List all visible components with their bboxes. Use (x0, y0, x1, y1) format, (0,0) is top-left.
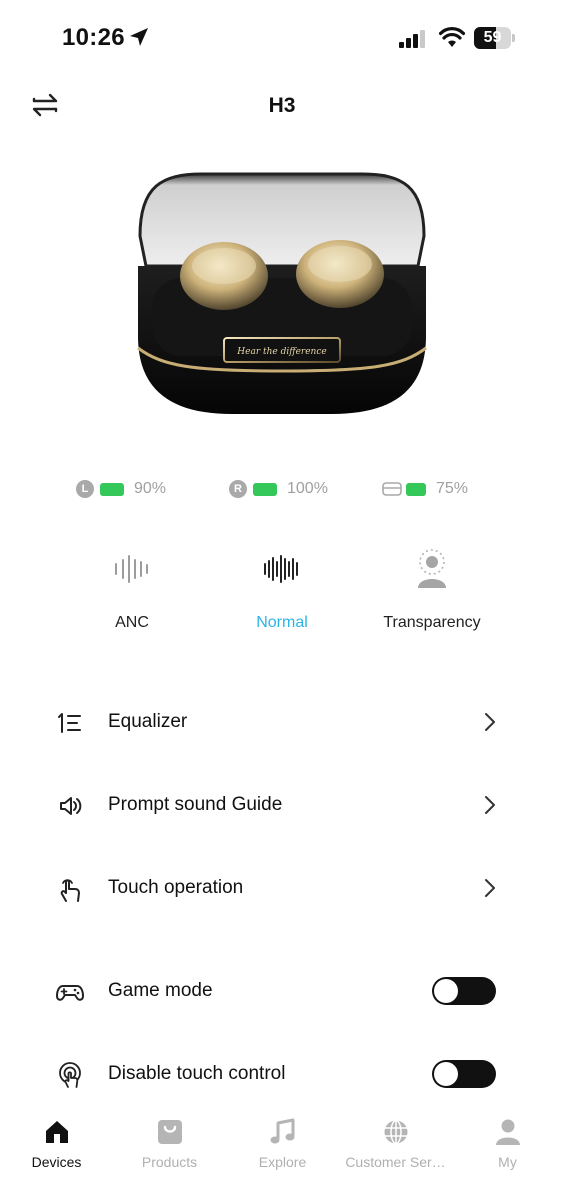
mode-transparency[interactable]: Transparency (357, 546, 507, 634)
battery-indicator (253, 482, 277, 496)
location-arrow-icon (130, 28, 148, 46)
case-engraving-text: Hear the difference (236, 347, 326, 357)
globe-icon (384, 1119, 407, 1145)
game-mode-toggle[interactable] (432, 977, 496, 1005)
transparency-person-icon (418, 549, 446, 588)
battery-level-text: 59 (483, 29, 502, 46)
prompt-sound-label: Prompt sound Guide (108, 794, 283, 815)
chevron-right-icon (485, 796, 495, 814)
status-bar: 10:26 59 (0, 0, 564, 76)
charging-case-icon (382, 482, 402, 496)
game-mode-label: Game mode (108, 980, 213, 1001)
battery-indicator (406, 482, 426, 496)
equalizer-row[interactable]: Equalizer (0, 692, 564, 752)
page-title: H3 (268, 94, 296, 117)
mode-label-anc: ANC (115, 614, 149, 631)
mode-normal[interactable]: Normal (207, 546, 357, 634)
mode-anc[interactable]: ANC (57, 546, 207, 634)
tab-label-products: Products (141, 1154, 198, 1170)
gamepad-icon (56, 985, 84, 1001)
left-earbud-battery: L 90% (76, 478, 166, 500)
left-badge: L (76, 480, 94, 498)
right-badge: R (229, 480, 247, 498)
bottom-tab-bar: Devices Products Explore Customer Ser… M… (0, 1110, 564, 1200)
music-note-icon (270, 1118, 294, 1144)
normal-wave-icon (264, 555, 298, 583)
touch-disable-icon (59, 1062, 81, 1088)
anc-wave-icon (115, 555, 148, 583)
battery-icon: 59 (474, 27, 516, 49)
person-icon (495, 1119, 520, 1145)
battery-indicator (100, 482, 124, 496)
disable-touch-toggle[interactable] (432, 1060, 496, 1088)
wifi-icon (439, 27, 465, 47)
equalizer-icon (58, 713, 81, 733)
tab-products[interactable]: Products (113, 1118, 226, 1170)
mode-label-normal: Normal (256, 614, 308, 631)
chevron-right-icon (485, 713, 495, 731)
toggle-knob (434, 1062, 458, 1086)
speaker-icon (60, 797, 82, 815)
right-earbud-battery: R 100% (229, 478, 328, 500)
tab-my[interactable]: My (451, 1118, 564, 1170)
touch-hand-icon (60, 879, 80, 902)
toggle-knob (434, 979, 458, 1003)
right-battery-pct: 100% (287, 480, 328, 497)
disable-touch-label: Disable touch control (108, 1063, 286, 1084)
tab-devices[interactable]: Devices (0, 1118, 113, 1170)
earbuds-case-image: Hear the difference (137, 172, 427, 414)
tab-label-explore: Explore (258, 1154, 307, 1170)
cellular-signal-icon (399, 30, 425, 48)
tab-label-devices: Devices (31, 1154, 82, 1170)
tab-explore[interactable]: Explore (226, 1118, 339, 1170)
case-battery: 75% (382, 478, 468, 500)
equalizer-label: Equalizer (108, 711, 188, 732)
tab-label-customer-service: Customer Ser… (345, 1154, 446, 1170)
prompt-sound-row[interactable]: Prompt sound Guide (0, 775, 564, 835)
mode-label-transparency: Transparency (383, 614, 481, 631)
status-time: 10:26 (62, 24, 125, 51)
touch-operation-label: Touch operation (108, 877, 244, 898)
left-battery-pct: 90% (134, 480, 167, 497)
home-icon (45, 1121, 68, 1143)
chevron-right-icon (485, 879, 495, 897)
case-battery-pct: 75% (436, 480, 469, 497)
touch-operation-row[interactable]: Touch operation (0, 858, 564, 918)
shopping-bag-icon (157, 1120, 182, 1144)
tab-label-my: My (498, 1154, 517, 1170)
game-mode-row: Game mode (0, 961, 564, 1021)
tab-customer-service[interactable]: Customer Ser… (339, 1118, 452, 1170)
disable-touch-row: Disable touch control (0, 1044, 564, 1104)
